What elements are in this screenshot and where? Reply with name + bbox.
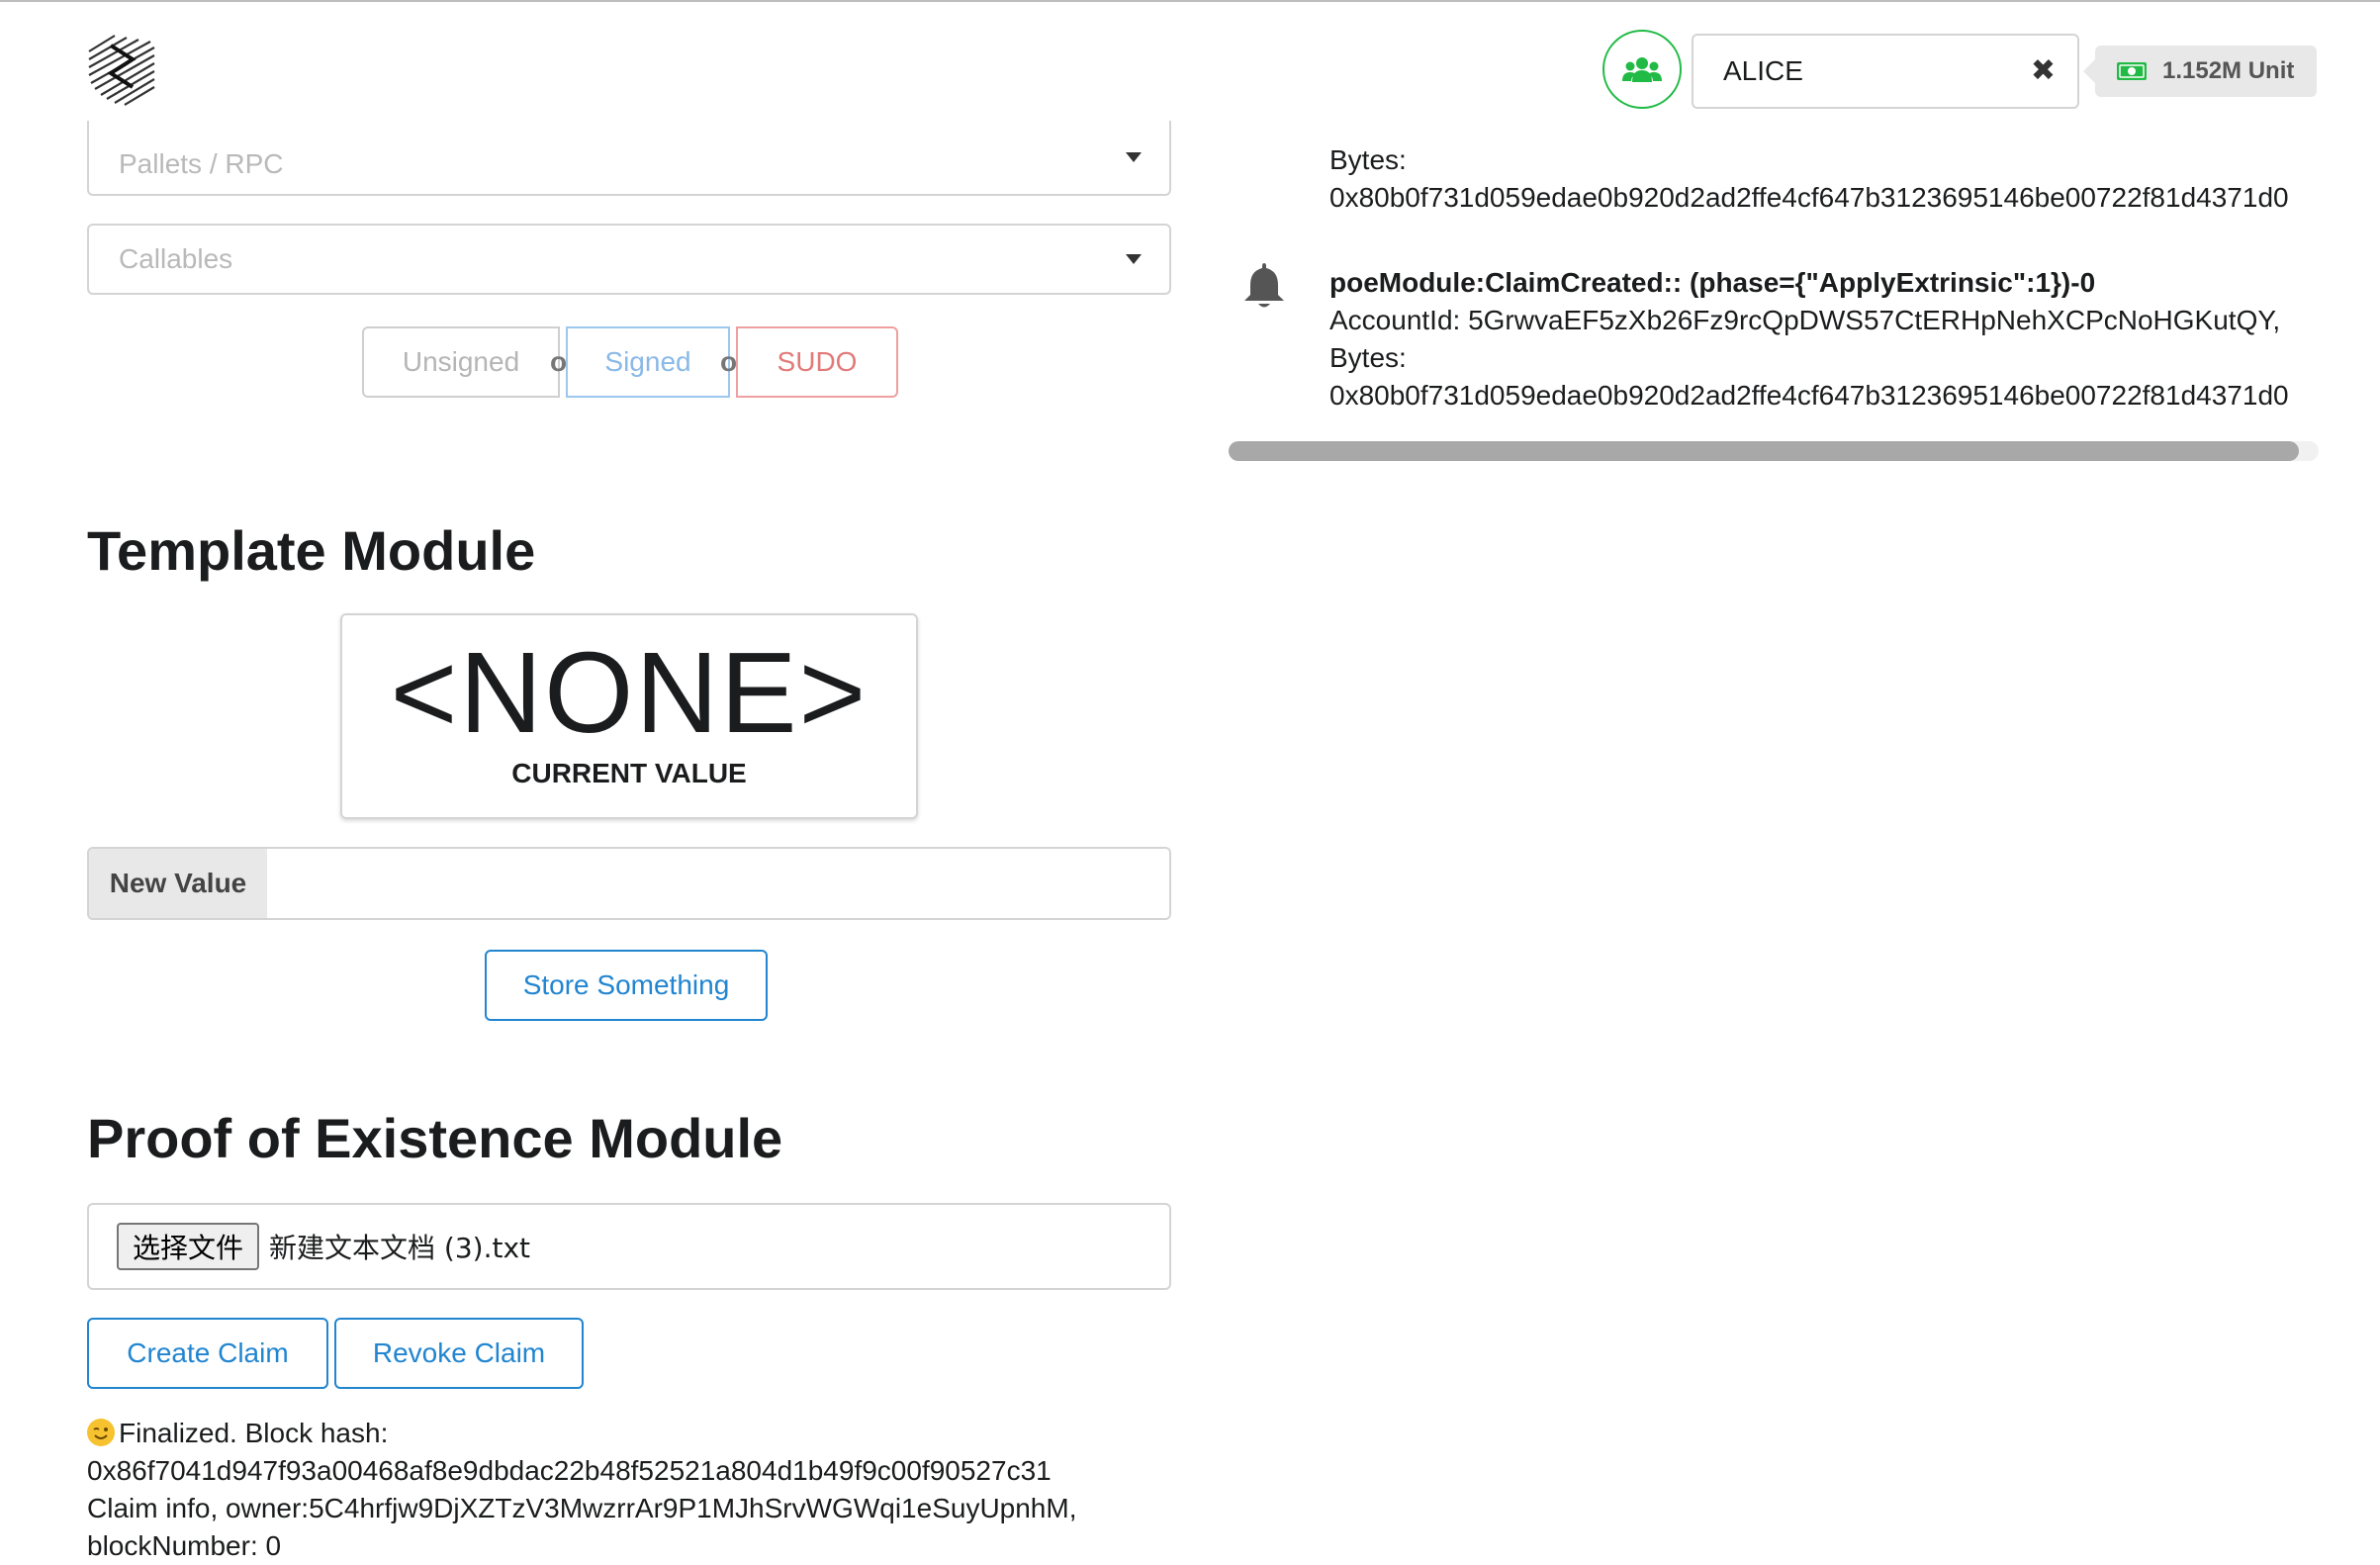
file-input-field: 选择文件 新建文本文档 (3).txt: [87, 1203, 1171, 1290]
create-claim-button[interactable]: Create Claim: [87, 1318, 328, 1389]
event-bytes-value: 0x80b0f731d059edae0b920d2ad2ffe4cf647b31…: [1329, 182, 2289, 213]
current-value-label: CURRENT VALUE: [511, 758, 747, 788]
scrollbar-thumb[interactable]: [1229, 441, 2299, 461]
event-bytes-label: Bytes:: [1329, 144, 1407, 175]
poe-module-title: Proof of Existence Module: [87, 1107, 783, 1169]
bell-icon: [1244, 263, 1284, 308]
store-something-button[interactable]: Store Something: [485, 950, 768, 1021]
selected-file-name: 新建文本文档 (3).txt: [269, 1232, 531, 1264]
unsigned-button[interactable]: Unsigned: [362, 326, 560, 398]
new-value-field: New Value: [87, 847, 1171, 920]
pallets-rpc-placeholder: Pallets / RPC: [119, 148, 284, 179]
event-title: poeModule:ClaimCreated:: (phase={"ApplyE…: [1329, 267, 2096, 298]
sudo-button[interactable]: SUDO: [736, 326, 898, 398]
account-name: ALICE: [1723, 55, 1803, 86]
event-bytes-label: Bytes:: [1329, 342, 1407, 373]
finalized-text: Finalized. Block hash:: [119, 1418, 389, 1448]
money-bill-icon: [2117, 62, 2147, 80]
users-icon: [1622, 57, 1662, 82]
current-value-statistic: <NONE> CURRENT VALUE: [340, 613, 918, 819]
events-scrollbar[interactable]: [1229, 441, 2319, 461]
block-number: blockNumber: 0: [87, 1530, 282, 1561]
account-group-button[interactable]: [1602, 30, 1682, 109]
substrate-logo-icon[interactable]: [85, 30, 158, 109]
template-module-title: Template Module: [87, 519, 536, 582]
block-hash: 0x86f7041d947f93a00468af8e9dbdac22b48f52…: [87, 1455, 1052, 1486]
signed-button[interactable]: Signed: [566, 326, 730, 398]
account-selector[interactable]: ALICE ✖: [1692, 34, 2079, 109]
winking-face-icon: [87, 1419, 115, 1446]
transaction-status: Finalized. Block hash: 0x86f7041d947f93a…: [87, 1415, 1195, 1565]
new-value-label: New Value: [89, 849, 267, 918]
pallets-rpc-dropdown[interactable]: Pallets / RPC: [87, 121, 1171, 196]
revoke-claim-button[interactable]: Revoke Claim: [334, 1318, 584, 1389]
event-bytes-value: 0x80b0f731d059edae0b920d2ad2ffe4cf647b31…: [1329, 380, 2289, 411]
choose-file-button[interactable]: 选择文件: [117, 1223, 260, 1270]
callables-placeholder: Callables: [119, 243, 233, 274]
chevron-down-icon: [1126, 152, 1142, 162]
events-feed[interactable]: Bytes: 0x80b0f731d059edae0b920d2ad2ffe4c…: [1242, 138, 2319, 435]
new-value-input[interactable]: [267, 849, 1169, 918]
callables-dropdown[interactable]: Callables: [87, 224, 1171, 295]
event-account-id: AccountId: 5GrwvaEF5zXb26Fz9rcQpDWS57CtE…: [1329, 305, 2281, 335]
pointer-arrow: [2083, 59, 2095, 83]
balance-label: 1.152M Unit: [2083, 46, 2317, 97]
balance-amount: 1.152M Unit: [2162, 57, 2295, 84]
current-value: <NONE>: [390, 628, 869, 757]
close-icon[interactable]: ✖: [2031, 53, 2056, 88]
chevron-down-icon: [1126, 254, 1142, 264]
claim-info: Claim info, owner:5C4hrfjw9DjXZTzV3Mwzrr…: [87, 1493, 1077, 1523]
top-border: [0, 0, 2380, 2]
